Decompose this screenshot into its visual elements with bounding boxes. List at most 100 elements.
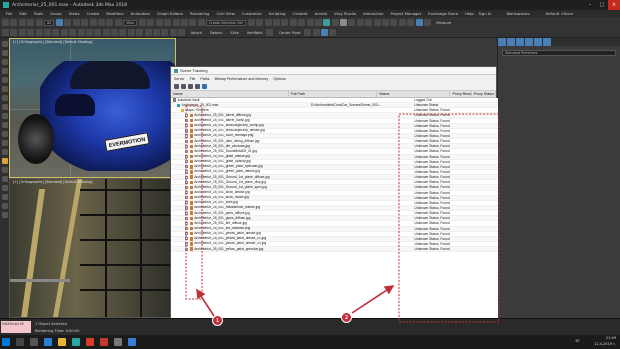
vray-light-icon[interactable] [356,19,364,26]
row-checkbox[interactable] [185,155,189,159]
menu-item-modifiers[interactable]: Modifiers [106,11,123,16]
redo-icon[interactable] [10,19,18,26]
vertweld-button[interactable]: VertWeld [247,31,263,35]
vray-ambient-icon[interactable] [373,19,381,26]
row-checkbox[interactable] [185,201,189,205]
curve-editor-icon[interactable] [281,19,289,26]
select-icon[interactable] [188,83,193,89]
edge-icon[interactable] [52,29,60,36]
find-icon[interactable] [1,185,8,191]
percent-snap-icon[interactable] [180,19,188,26]
object-type-dropdown[interactable]: Standard Primitives [502,50,616,56]
noncircle-icon[interactable] [153,29,161,36]
unlink-icon[interactable] [27,19,35,26]
select-manipulate-icon[interactable] [147,19,155,26]
row-checkbox[interactable] [185,242,189,246]
snaps-icon[interactable] [164,19,172,26]
bind-space-warp-icon[interactable] [35,19,43,26]
reference-coord-dropdown[interactable]: View [123,19,137,26]
menu-item-tools[interactable]: Tools [34,11,43,16]
edit-named-sets-icon[interactable] [197,19,205,26]
display-hidden-icon[interactable] [1,167,8,173]
search-icon[interactable] [16,338,24,346]
toggle-ribbon-icon[interactable] [272,19,280,26]
row-checkbox[interactable] [185,226,189,231]
row-checkbox[interactable] [185,119,189,123]
smooth-icon[interactable] [94,29,102,36]
schematic-view-icon[interactable] [289,19,297,26]
vray-plane-icon[interactable] [415,19,423,26]
highlight-icon[interactable] [181,83,186,89]
menu-item-edit[interactable]: Edit [19,11,26,16]
selection-set-dropdown[interactable]: Create Selection Set [206,19,246,26]
display-spacewarps-icon[interactable] [1,113,8,119]
preserve-uvs-icon[interactable] [178,29,186,36]
freeze-icon[interactable] [329,29,337,36]
modify-tab-icon[interactable] [507,38,515,46]
edit-poly-icon[interactable] [85,29,93,36]
row-checkbox[interactable] [185,139,189,143]
dialog-menu-bitmap-performance-and-memory[interactable]: Bitmap Performance and Memory [215,77,269,81]
maxscript-listener[interactable]: MAXScript Mi [1,321,31,333]
detach-button[interactable]: Detach [210,31,223,35]
refresh-icon[interactable] [174,83,179,89]
row-checkbox[interactable] [185,211,189,215]
selection-icon[interactable] [18,29,26,36]
scale-icon[interactable] [106,19,114,26]
row-checkbox[interactable] [185,113,189,118]
app-icon-blue[interactable] [128,338,136,346]
row-checkbox[interactable] [185,216,189,220]
unhide-icon[interactable] [312,29,320,36]
row-checkbox[interactable] [185,185,189,190]
placement-icon[interactable] [114,19,122,26]
element-icon[interactable] [77,29,85,36]
select-object-icon[interactable] [56,19,64,26]
column-status[interactable]: Status [377,90,451,98]
cut-icon[interactable] [136,29,144,36]
row-checkbox[interactable] [185,124,189,128]
populate-icon[interactable] [35,29,43,36]
app-icon-red[interactable] [100,338,108,346]
undo-icon[interactable] [2,19,9,26]
select-icon[interactable] [1,50,8,56]
quickslice-icon[interactable] [127,29,135,36]
menu-item-civil-view[interactable]: Civil View [216,11,234,16]
move-icon[interactable] [89,19,97,26]
material-editor-icon[interactable] [298,19,306,26]
render-production-icon[interactable] [323,19,331,26]
keyboard-shortcut-icon[interactable] [155,19,163,26]
vray-sun-icon[interactable] [382,19,390,26]
slice-button[interactable]: Slice [230,31,238,35]
vray-frame-buffer-icon[interactable] [348,19,356,26]
bottom-viewport-label[interactable]: [+] [Orthographic] [Standard] [Default S… [13,180,92,184]
display-shapes-icon[interactable] [1,77,8,83]
dialog-menu-options[interactable]: Options [273,77,285,81]
start-icon[interactable] [2,338,10,346]
menu-item-rendering[interactable]: Rendering [190,11,209,16]
freeform-icon[interactable] [10,29,18,36]
render-iterative-icon[interactable] [331,19,339,26]
row-checkbox[interactable] [185,206,189,210]
app-icon-gray[interactable] [114,338,122,346]
select-by-name-icon[interactable] [64,19,72,26]
row-checkbox[interactable] [185,196,189,200]
workspace-dropdown[interactable]: Default <Scen [545,11,573,16]
vray-dome-icon[interactable] [390,19,398,26]
display-containers-icon[interactable] [1,149,8,155]
column-proxy-status[interactable]: Proxy Status [472,90,496,98]
menu-item-arnold[interactable]: Arnold [315,11,327,16]
create-tab-icon[interactable] [498,38,506,46]
attach-button[interactable]: Attach [191,31,202,35]
row-checkbox[interactable] [185,232,189,236]
polygon-icon[interactable] [69,29,77,36]
row-checkbox[interactable] [185,191,189,195]
column-full-path[interactable]: Full Path [289,90,378,98]
constraint-icon[interactable] [169,29,177,36]
display-geometry-icon[interactable] [1,68,8,74]
angle-snap-icon[interactable] [172,19,180,26]
tessellate-icon[interactable] [102,29,110,36]
file-explorer-icon[interactable] [58,338,66,346]
scene-explorer-icon[interactable] [1,41,8,47]
row-checkbox[interactable] [185,129,189,133]
display-tab-icon[interactable] [534,38,542,46]
